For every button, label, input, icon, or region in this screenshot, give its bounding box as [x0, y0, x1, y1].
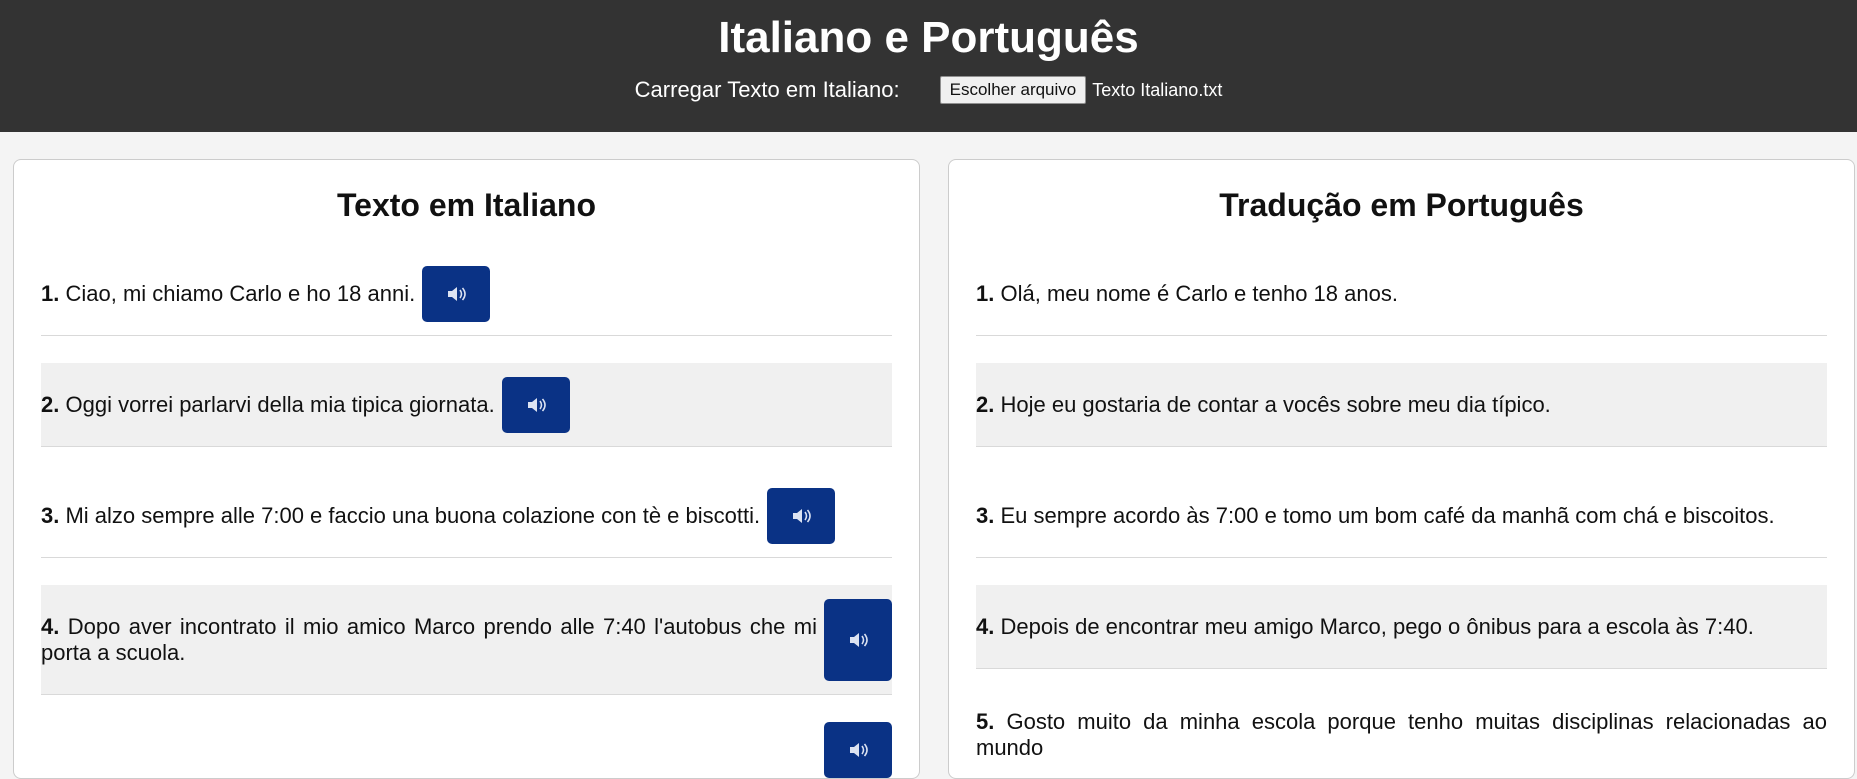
- portuguese-lines: 1. Olá, meu nome é Carlo e tenho 18 anos…: [949, 252, 1854, 778]
- line-number: 4.: [976, 613, 995, 639]
- line-number: 4.: [41, 613, 60, 639]
- play-audio-button[interactable]: [824, 722, 892, 778]
- line-number: 1.: [976, 280, 995, 306]
- speaker-icon: [448, 286, 467, 301]
- portuguese-line: 4. Depois de encontrar meu amigo Marco, …: [976, 585, 1827, 669]
- play-audio-button[interactable]: [824, 598, 892, 681]
- portuguese-line: 5. Gosto muito da minha escola porque te…: [976, 696, 1827, 778]
- portuguese-line: 2. Hoje eu gostaria de contar a vocês so…: [976, 363, 1827, 447]
- speaker-icon: [850, 632, 868, 647]
- page-title: Italiano e Português: [718, 13, 1139, 62]
- speaker-icon: [850, 743, 868, 757]
- speaker-icon: [527, 397, 546, 412]
- app-header: Italiano e Português Carregar Texto em I…: [0, 0, 1857, 132]
- line-text: Oggi vorrei parlarvi della mia tipica gi…: [65, 391, 495, 417]
- line-text: Depois de encontrar meu amigo Marco, peg…: [1000, 613, 1754, 639]
- play-audio-button[interactable]: [501, 376, 570, 433]
- line-text: Olá, meu nome é Carlo e tenho 18 anos.: [1000, 280, 1398, 306]
- line-text: Eu sempre acordo às 7:00 e tomo um bom c…: [1000, 502, 1775, 528]
- line-number: 1.: [41, 280, 60, 306]
- speaker-icon: [793, 508, 811, 523]
- italian-lines: 1. Ciao, mi chiamo Carlo e ho 18 anni. 2…: [14, 252, 919, 778]
- portuguese-line: 3. Eu sempre acordo às 7:00 e tomo um bo…: [976, 474, 1827, 558]
- choose-file-button[interactable]: Escolher arquivo: [939, 76, 1087, 104]
- selected-file-name: Texto Italiano.txt: [1092, 79, 1223, 100]
- line-text: Mi alzo sempre alle 7:00 e faccio una bu…: [65, 502, 761, 528]
- line-text: Ciao, mi chiamo Carlo e ho 18 anni.: [65, 280, 416, 306]
- upload-label: Carregar Texto em Italiano:: [634, 77, 900, 102]
- line-text: Gosto muito da minha escola porque tenho…: [976, 709, 1827, 760]
- italian-line: 2. Oggi vorrei parlarvi della mia tipica…: [41, 363, 892, 447]
- line-text: Hoje eu gostaria de contar a vocês sobre…: [1000, 391, 1551, 417]
- play-audio-button[interactable]: [422, 265, 491, 322]
- portuguese-panel-title: Tradução em Português: [1219, 187, 1584, 223]
- italian-line: 3. Mi alzo sempre alle 7:00 e faccio una…: [41, 474, 892, 558]
- line-number: 2.: [976, 391, 995, 417]
- italian-line: 1. Ciao, mi chiamo Carlo e ho 18 anni.: [41, 252, 892, 336]
- italian-line: [41, 722, 892, 778]
- upload-row: Carregar Texto em Italiano: Escolher arq…: [0, 76, 1857, 104]
- italian-panel-title: Texto em Italiano: [336, 187, 596, 223]
- italian-line: 4. Dopo aver incontrato il mio amico Mar…: [41, 585, 892, 695]
- portuguese-panel: Tradução em Português 1. Olá, meu nome é…: [948, 159, 1855, 779]
- line-number: 2.: [41, 391, 60, 417]
- line-number: 3.: [41, 502, 60, 528]
- line-number: 5.: [976, 709, 995, 734]
- italian-panel: Texto em Italiano 1. Ciao, mi chiamo Car…: [13, 159, 920, 779]
- portuguese-line: 1. Olá, meu nome é Carlo e tenho 18 anos…: [976, 252, 1827, 336]
- line-number: 3.: [976, 502, 995, 528]
- line-text: Dopo aver incontrato il mio amico Marco …: [41, 613, 817, 665]
- play-audio-button[interactable]: [767, 487, 836, 544]
